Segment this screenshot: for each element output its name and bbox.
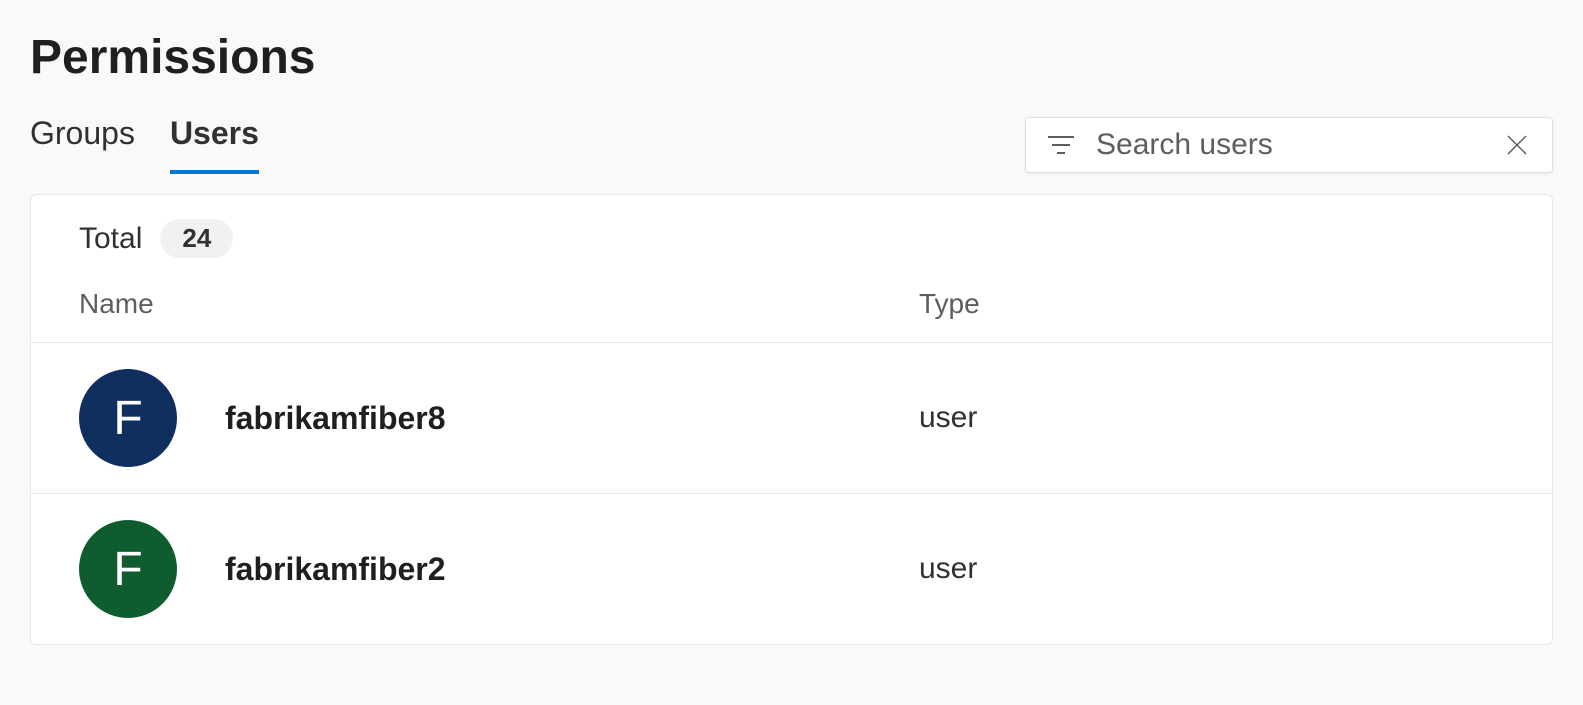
- page-title: Permissions: [30, 30, 1553, 85]
- table-header: Name Type: [31, 276, 1552, 343]
- col-name[interactable]: Name: [79, 288, 919, 320]
- tabs: Groups Users: [30, 115, 259, 174]
- rows-container: Ffabrikamfiber8userFfabrikamfiber2user: [31, 343, 1552, 644]
- header-row: Groups Users: [30, 115, 1553, 174]
- col-type[interactable]: Type: [919, 288, 1504, 320]
- user-name: fabrikamfiber2: [225, 551, 446, 588]
- search-box[interactable]: [1025, 117, 1553, 173]
- tab-groups[interactable]: Groups: [30, 115, 135, 174]
- table-row[interactable]: Ffabrikamfiber8user: [31, 343, 1552, 494]
- user-type: user: [919, 552, 1504, 586]
- user-type: user: [919, 401, 1504, 435]
- users-panel: Total 24 Name Type Ffabrikamfiber8userFf…: [30, 194, 1553, 645]
- filter-icon: [1048, 132, 1074, 158]
- avatar: F: [79, 520, 177, 618]
- search-input[interactable]: [1096, 128, 1482, 162]
- close-icon[interactable]: [1504, 132, 1530, 158]
- table-row[interactable]: Ffabrikamfiber2user: [31, 494, 1552, 644]
- user-name: fabrikamfiber8: [225, 400, 446, 437]
- name-cell: Ffabrikamfiber2: [79, 520, 919, 618]
- avatar: F: [79, 369, 177, 467]
- tab-users[interactable]: Users: [170, 115, 259, 174]
- total-row: Total 24: [31, 195, 1552, 276]
- total-label: Total: [79, 222, 142, 256]
- total-count-badge: 24: [160, 219, 233, 258]
- name-cell: Ffabrikamfiber8: [79, 369, 919, 467]
